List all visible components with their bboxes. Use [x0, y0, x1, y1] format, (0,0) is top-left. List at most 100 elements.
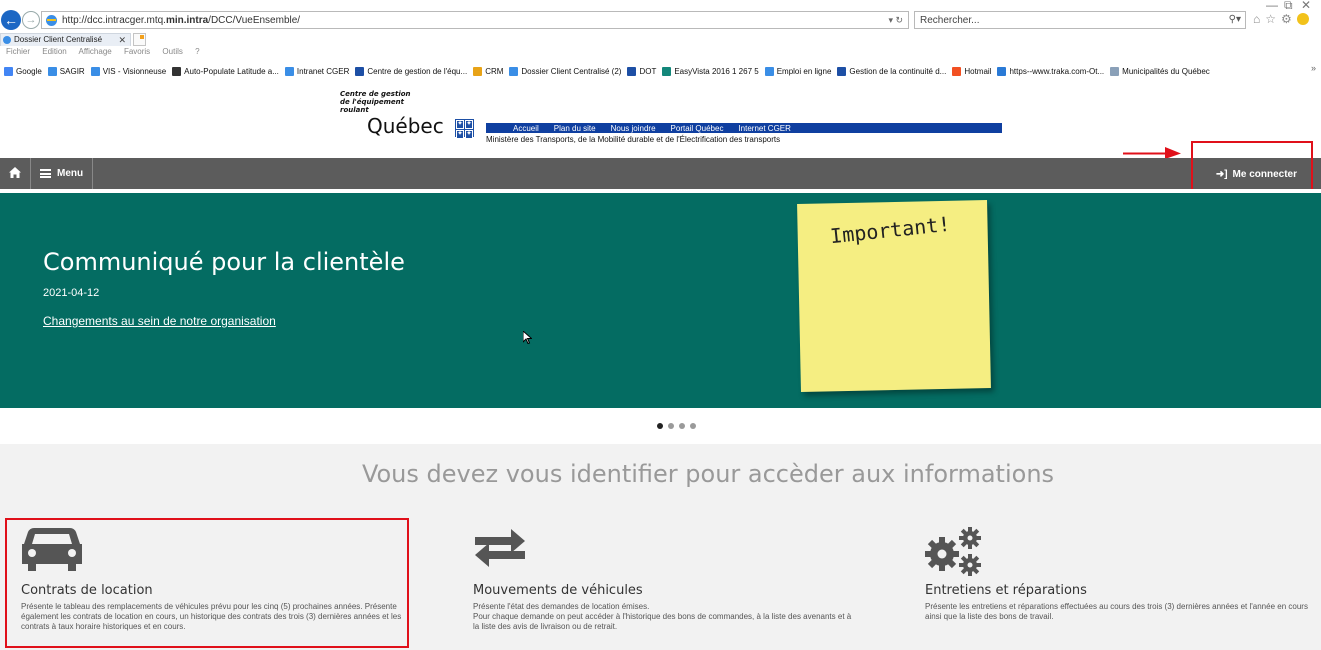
carousel-dot[interactable] [690, 423, 696, 429]
close-window-icon[interactable]: ✕ [1301, 0, 1311, 12]
login-button[interactable]: ➜] Me connecter [1191, 141, 1313, 193]
home-icon [9, 167, 21, 178]
carousel-dot[interactable] [679, 423, 685, 429]
feedback-smiley-icon[interactable] [1296, 13, 1309, 25]
favorite-item[interactable]: Emploi en ligne [764, 66, 832, 76]
carousel-dot[interactable] [668, 423, 674, 429]
new-tab-button[interactable] [133, 33, 146, 46]
home-toolbar-icon[interactable]: ⌂ [1253, 12, 1265, 26]
header-links: Accueil Plan du site Nous joindre Portai… [486, 123, 1002, 133]
link-portail-quebec[interactable]: Portail Québec [671, 124, 724, 133]
favorite-label: Emploi en ligne [776, 66, 832, 76]
favorite-site-icon [764, 66, 774, 76]
menu-help[interactable]: ? [195, 47, 199, 56]
favorite-site-icon [1110, 66, 1120, 76]
favorite-label: EasyVista 2016 1 267 5 [674, 66, 759, 76]
mouse-cursor-icon [523, 331, 532, 344]
menu-affichage[interactable]: Affichage [79, 47, 112, 56]
login-required-message: Vous devez vous identifier pour accèder … [361, 460, 1055, 488]
hero-link[interactable]: Changements au sein de notre organisatio… [43, 314, 276, 328]
search-icon[interactable]: ⚲▾ [1229, 14, 1241, 25]
favorite-label: Auto-Populate Latitude a... [184, 66, 279, 76]
favorite-label: Google [16, 66, 42, 76]
home-button[interactable] [0, 158, 31, 189]
logo-quebec: Québec [367, 114, 444, 138]
favorite-site-icon [47, 66, 57, 76]
hero-date: 2021-04-12 [43, 287, 100, 299]
menu-favoris[interactable]: Favoris [124, 47, 150, 56]
favorite-item[interactable]: https--www.traka.com-Ot... [997, 66, 1105, 76]
menu-fichier[interactable]: Fichier [6, 47, 30, 56]
favorites-bar: Google SAGIR VIS - Visionneuse Auto-Populat… [0, 62, 1321, 80]
carousel-indicators [657, 423, 696, 429]
menu-label: Menu [57, 168, 84, 179]
star-icon[interactable]: ☆ [1265, 12, 1281, 26]
favorite-site-icon [509, 66, 519, 76]
browser-tab[interactable]: Dossier Client Centralisé ✕ [0, 33, 131, 46]
favorite-item[interactable]: Gestion de la continuité d... [837, 66, 946, 76]
back-arrow-icon[interactable]: ← [1, 10, 21, 30]
favorite-item[interactable]: SAGIR [47, 66, 85, 76]
chevron-more-icon[interactable]: » [1311, 63, 1316, 73]
favorite-item[interactable]: Google [4, 66, 42, 76]
cger-logo[interactable]: Centre de gestion de l'équipement roulan… [340, 90, 474, 139]
link-nous-joindre[interactable]: Nous joindre [611, 124, 656, 133]
hero-title: Communiqué pour la clientèle [43, 248, 405, 276]
favorite-item[interactable]: Centre de gestion de l'équ... [355, 66, 468, 76]
card-title[interactable]: Entretiens et réparations [925, 583, 1087, 598]
favorite-item[interactable]: CRM [473, 66, 503, 76]
favorite-site-icon [952, 66, 962, 76]
favorite-site-icon [997, 66, 1007, 76]
tab-title: Dossier Client Centralisé [14, 35, 103, 44]
favorite-item[interactable]: VIS - Visionneuse [90, 66, 167, 76]
link-plan-du-site[interactable]: Plan du site [554, 124, 596, 133]
carousel-dot[interactable] [657, 423, 663, 429]
favorite-label: Hotmail [964, 66, 992, 76]
favorite-item[interactable]: Auto-Populate Latitude a... [172, 66, 279, 76]
menu-edition[interactable]: Edition [42, 47, 66, 56]
favorite-site-icon [90, 66, 100, 76]
card-title[interactable]: Mouvements de véhicules [473, 583, 643, 598]
link-internet-cger[interactable]: Internet CGER [738, 124, 790, 133]
favorite-site-icon [355, 66, 365, 76]
url-bold: min.intra [165, 14, 209, 26]
minimize-icon[interactable]: — [1266, 0, 1278, 12]
browser-menu-bar: Fichier Edition Affichage Favoris Outils… [6, 47, 210, 61]
favorite-item[interactable]: Dossier Client Centralisé (2) [509, 66, 621, 76]
main-nav-bar: Menu ➜] Me connecter [0, 141, 1321, 193]
favorite-item[interactable]: Municipalités du Québec [1110, 66, 1210, 76]
close-tab-icon[interactable]: ✕ [118, 34, 126, 46]
sign-in-icon: ➜] [1215, 169, 1228, 180]
gear-icon[interactable]: ⚙ [1281, 12, 1297, 26]
favorite-label: DOT [639, 66, 657, 76]
favorite-site-icon [837, 66, 847, 76]
menu-outils[interactable]: Outils [162, 47, 182, 56]
exchange-arrows-icon [475, 529, 525, 567]
refresh-icon[interactable]: ▾ ↻ [888, 15, 903, 26]
hero-carousel: Communiqué pour la clientèle 2021-04-12 … [0, 193, 1321, 408]
favorite-label: Municipalités du Québec [1122, 66, 1210, 76]
logo-line3: roulant [340, 106, 369, 114]
favorite-item[interactable]: Intranet CGER [284, 66, 350, 76]
favorite-item[interactable]: EasyVista 2016 1 267 5 [662, 66, 759, 76]
favorite-label: VIS - Visionneuse [102, 66, 167, 76]
logo-line2: de l'équipement [340, 98, 405, 106]
browser-search-input[interactable]: Rechercher... ⚲▾ [914, 11, 1246, 29]
address-bar[interactable]: http://dcc.intracger.mtq. min.intra/DCC/V… [41, 11, 909, 29]
url-suffix: /DCC/VueEnsemble/ [208, 14, 301, 26]
card-description: Présente les entretiens et réparations e… [925, 602, 1308, 621]
card-description: Présente l'état des demandes de location… [473, 602, 852, 631]
menu-button[interactable]: Menu [31, 158, 93, 189]
favorite-site-icon [172, 66, 182, 76]
tab-page-icon [3, 36, 11, 44]
favorite-label: https--www.traka.com-Ot... [1009, 66, 1105, 76]
forward-arrow-icon[interactable]: → [22, 11, 40, 29]
favorite-site-icon [4, 66, 13, 76]
favorite-label: Centre de gestion de l'équ... [367, 66, 468, 76]
favorite-site-icon [284, 66, 294, 76]
link-accueil[interactable]: Accueil [513, 124, 539, 133]
favorite-label: SAGIR [59, 66, 85, 76]
favorite-item[interactable]: Hotmail [952, 66, 992, 76]
favorite-label: Intranet CGER [296, 66, 350, 76]
favorite-item[interactable]: DOT [627, 66, 657, 76]
